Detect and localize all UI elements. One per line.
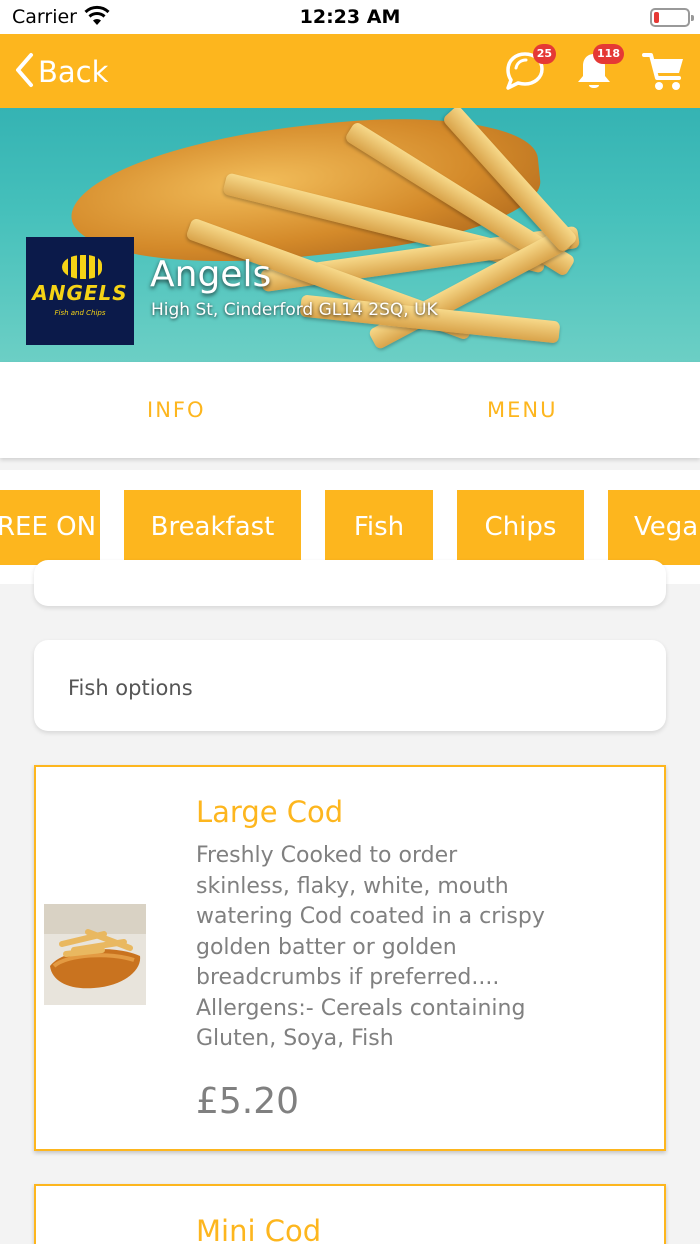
- app-screen: Carrier 12:23 AM Back 25 118 ANGELS Fish…: [0, 0, 700, 1244]
- description-line: skinless, flaky, white, mouth: [196, 873, 509, 899]
- category-chip-label: Chips: [484, 512, 557, 542]
- fish-icon: [62, 255, 102, 279]
- restaurant-name: Angels: [150, 254, 272, 295]
- notification-badge: 118: [593, 44, 624, 64]
- chat-icon: [502, 52, 546, 96]
- menu-item-card[interactable]: Large Cod Freshly Cooked to order skinle…: [34, 765, 666, 1151]
- battery-icon: [650, 8, 694, 27]
- category-chip-label: Breakfast: [150, 512, 275, 542]
- restaurant-logo: ANGELS Fish and Chips: [26, 237, 134, 345]
- menu-item-price: £5.20: [196, 1081, 300, 1122]
- category-chip-label: FREE ON: [0, 512, 97, 542]
- back-button[interactable]: Back: [14, 52, 108, 92]
- description-line: Allergens:- Cereals containing: [196, 995, 526, 1021]
- category-chip-vegan[interactable]: Vega: [608, 490, 700, 565]
- tab-menu[interactable]: MENU: [487, 398, 557, 422]
- category-chip-chips[interactable]: Chips: [457, 490, 584, 565]
- menu-item-image: [44, 904, 146, 1005]
- category-chip-label: Vega: [634, 512, 699, 542]
- status-time: 12:23 AM: [299, 6, 401, 28]
- category-chip-free-on[interactable]: FREE ON: [0, 490, 100, 565]
- status-bar: Carrier 12:23 AM: [0, 0, 700, 34]
- section-title: Fish options: [68, 676, 193, 700]
- tab-info[interactable]: INFO: [147, 398, 206, 422]
- menu-item-description: Freshly Cooked to order skinless, flaky,…: [196, 841, 616, 1055]
- tab-bar: INFO MENU: [0, 362, 700, 458]
- restaurant-hero-image: ANGELS Fish and Chips Angels High St, Ci…: [0, 108, 700, 362]
- previous-section-card: [34, 560, 666, 606]
- description-line: watering Cod coated in a crispy: [196, 904, 545, 929]
- description-line: Freshly Cooked to order: [196, 843, 458, 868]
- back-label: Back: [38, 55, 109, 89]
- menu-item-title: Large Cod: [196, 795, 344, 829]
- cart-icon: [642, 53, 686, 96]
- nav-bar: Back 25 118: [0, 34, 700, 108]
- category-chip-label: Fish: [353, 512, 405, 542]
- chat-badge: 25: [532, 44, 556, 64]
- notifications-button[interactable]: 118: [574, 44, 624, 96]
- logo-text: ANGELS: [32, 281, 128, 305]
- restaurant-address: High St, Cinderford GL14 2SQ, UK: [151, 300, 438, 320]
- logo-subtitle: Fish and Chips: [54, 309, 106, 317]
- chevron-left-icon: [14, 52, 34, 92]
- category-chip-breakfast[interactable]: Breakfast: [124, 490, 301, 565]
- description-line: breadcrumbs if preferred....: [196, 965, 500, 990]
- description-line: Gluten, Soya, Fish: [196, 1026, 394, 1051]
- bell-icon: [574, 54, 614, 96]
- chat-button[interactable]: 25: [502, 44, 556, 96]
- category-chip-fish[interactable]: Fish: [325, 490, 433, 565]
- cart-button[interactable]: [642, 50, 686, 96]
- menu-item-title: Mini Cod: [196, 1214, 322, 1244]
- menu-item-card[interactable]: Mini Cod: [34, 1184, 666, 1244]
- section-header-card[interactable]: Fish options: [34, 640, 666, 731]
- description-line: golden batter or golden: [196, 934, 457, 960]
